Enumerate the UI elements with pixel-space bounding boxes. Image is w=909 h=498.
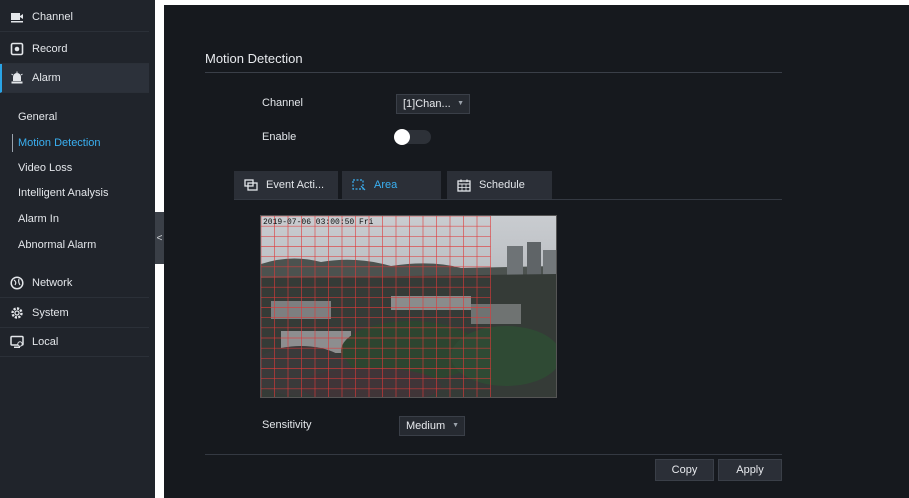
sidebar-item-label: Channel: [32, 10, 73, 23]
page-title: Motion Detection: [205, 51, 303, 66]
alarm-icon: [11, 71, 23, 84]
bottom-divider: [205, 454, 782, 455]
sidebar-subitem-video-loss[interactable]: Video Loss: [0, 156, 149, 180]
sidebar-subitem-abnormal-alarm[interactable]: Abnormal Alarm: [0, 233, 149, 257]
sidebar-collapse-handle[interactable]: <: [155, 212, 164, 264]
sidebar-subitem-motion-detection[interactable]: Motion Detection: [0, 131, 149, 155]
copy-button[interactable]: Copy: [655, 459, 714, 481]
sidebar-item-system[interactable]: System: [0, 298, 149, 328]
sensitivity-select-value: Medium: [406, 420, 446, 432]
record-icon: [10, 42, 24, 55]
area-icon: [352, 179, 366, 191]
sidebar-item-label: Alarm: [32, 72, 61, 84]
video-timestamp: 2019-07-06 03:00:50 Fri: [263, 218, 374, 227]
network-icon: [10, 275, 24, 290]
apply-button[interactable]: Apply: [718, 459, 782, 481]
sidebar-item-channel[interactable]: Channel: [0, 2, 149, 32]
title-divider: [205, 72, 782, 73]
sensitivity-label: Sensitivity: [262, 419, 312, 431]
sidebar-item-local[interactable]: Local: [0, 327, 149, 357]
video-preview[interactable]: 2019-07-06 03:00:50 Fri: [260, 215, 557, 398]
channel-label: Channel: [262, 97, 303, 109]
chevron-down-icon: ▼: [452, 422, 459, 429]
enable-label: Enable: [262, 131, 297, 143]
toggle-knob: [394, 129, 410, 145]
sidebar-subitem-intelligent-analysis[interactable]: Intelligent Analysis: [0, 181, 149, 205]
tab-divider: [234, 199, 782, 200]
chevron-down-icon: ▼: [457, 100, 464, 107]
sidebar-item-record[interactable]: Record: [0, 34, 149, 64]
gear-icon: [11, 306, 23, 319]
sidebar: Channel Record Alarm General Motion Dete…: [0, 0, 155, 498]
sidebar-item-label: System: [32, 306, 69, 319]
local-icon: [10, 335, 24, 348]
sidebar-item-network[interactable]: Network: [0, 268, 149, 298]
sidebar-item-alarm[interactable]: Alarm: [0, 64, 149, 93]
sidebar-item-label: Network: [32, 276, 73, 289]
event-action-icon: [244, 179, 258, 191]
sidebar-subitem-alarm-in[interactable]: Alarm In: [0, 207, 149, 231]
calendar-icon: [457, 179, 471, 192]
sidebar-item-label: Record: [32, 42, 68, 55]
channel-select[interactable]: [1]Chan... ▼: [396, 94, 470, 114]
sidebar-subitem-general[interactable]: General: [0, 105, 149, 129]
chevron-left-icon: <: [156, 232, 163, 244]
enable-toggle[interactable]: [394, 129, 431, 145]
tab-schedule[interactable]: Schedule: [447, 171, 552, 199]
channel-icon: [11, 12, 23, 22]
channel-select-value: [1]Chan...: [403, 98, 451, 110]
sensitivity-select[interactable]: Medium ▼: [399, 416, 465, 436]
sidebar-item-label: Local: [32, 335, 59, 348]
tab-event-action[interactable]: Event Acti...: [234, 171, 338, 199]
video-scene: [261, 216, 556, 397]
tab-area[interactable]: Area: [342, 171, 441, 199]
tab-bar: Event Acti... Area Schedule: [234, 171, 552, 199]
